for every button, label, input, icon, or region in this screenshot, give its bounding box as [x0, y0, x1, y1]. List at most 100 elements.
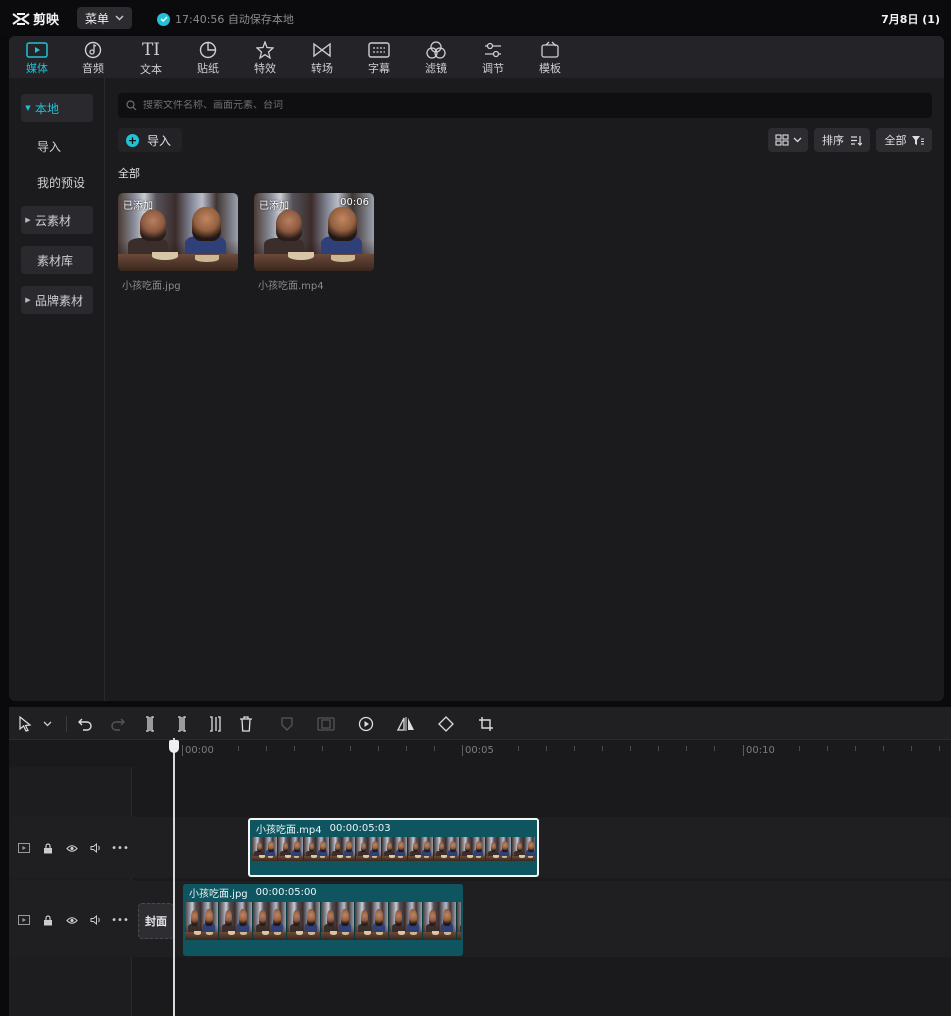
menu-button[interactable]: 菜单: [77, 7, 132, 29]
tab-subtitle[interactable]: 字幕: [357, 40, 401, 76]
plus-icon: +: [126, 133, 139, 147]
tab-template[interactable]: 模板: [528, 40, 572, 76]
eye-icon[interactable]: [65, 913, 79, 927]
sidebar-item-label: 导入: [37, 139, 62, 154]
tab-audio[interactable]: 音频: [71, 40, 115, 76]
sidebar-item-label: 云素材: [35, 213, 72, 228]
clip-frame: [185, 902, 219, 940]
ruler-tick: [238, 746, 239, 751]
playhead[interactable]: [173, 738, 175, 1016]
ruler-tick: [602, 746, 603, 751]
play-reverse-button[interactable]: [356, 714, 376, 734]
mirror-button[interactable]: [396, 714, 416, 734]
clip-name: 小孩吃面.mp4: [256, 824, 322, 836]
media-sidebar: ▼ 本地 导入 我的预设 ▶ 云素材 素材库 ▶ 品牌素材: [9, 78, 105, 701]
tab-filter[interactable]: 滤镜: [414, 40, 458, 76]
tab-adjust-label: 调节: [482, 62, 504, 75]
filter-button-label: 全部: [884, 134, 907, 147]
freeze-button[interactable]: [277, 714, 297, 734]
clip-frame: [321, 902, 355, 940]
sidebar-item-label: 本地: [35, 101, 60, 116]
filter-icon: [426, 40, 446, 59]
sidebar-item-cloud[interactable]: ▶ 云素材: [21, 206, 93, 234]
search-icon: [126, 100, 137, 111]
sort-button[interactable]: 排序: [814, 128, 870, 152]
ruler-tick: [855, 746, 856, 751]
sidebar-item-brand[interactable]: ▶ 品牌素材: [21, 286, 93, 314]
chevron-down-icon: [115, 15, 124, 21]
app-logo: 剪映: [12, 9, 59, 28]
search-input[interactable]: [143, 100, 923, 111]
delete-button[interactable]: [236, 714, 256, 734]
time-ruler[interactable]: 00:00 00:05 00:10: [9, 741, 951, 767]
text-icon: TI: [141, 40, 161, 60]
media-item[interactable]: 已添加 00:06 小孩吃面.mp4: [254, 193, 374, 293]
search-box: [118, 93, 932, 118]
ruler-tick: [546, 746, 547, 751]
more-icon[interactable]: •••: [111, 841, 129, 855]
select-tool-button[interactable]: [15, 714, 35, 734]
split-icon: [146, 716, 154, 732]
more-icon[interactable]: •••: [111, 913, 129, 927]
media-item[interactable]: 已添加 小孩吃面.jpg: [118, 193, 238, 293]
tab-text[interactable]: TI 文本: [129, 40, 173, 76]
redo-button[interactable]: [108, 714, 128, 734]
tab-transition[interactable]: 转场: [300, 40, 344, 76]
media-thumbnail: 已添加: [118, 193, 238, 271]
import-button-label: 导入: [147, 133, 172, 148]
split-left-button[interactable]: [172, 714, 192, 734]
clip-frame: [252, 837, 278, 861]
sidebar-item-library[interactable]: 素材库: [21, 246, 93, 274]
split-right-button[interactable]: [204, 714, 224, 734]
caret-right-icon: ▶: [25, 296, 31, 304]
tab-adjust[interactable]: 调节: [471, 40, 515, 76]
clip-frame: [219, 902, 253, 940]
video-clip[interactable]: 小孩吃面.mp4 00:00:05:03: [248, 818, 539, 877]
mask-button[interactable]: [316, 714, 336, 734]
filter-button[interactable]: 全部: [876, 128, 932, 152]
image-clip[interactable]: 小孩吃面.jpg 00:00:05:00: [183, 884, 463, 956]
volume-icon[interactable]: [89, 841, 103, 855]
media-item-name: 小孩吃面.jpg: [122, 281, 181, 292]
clip-frame: [304, 837, 330, 861]
lock-icon[interactable]: [41, 841, 55, 855]
sidebar-item-presets[interactable]: 我的预设: [21, 168, 93, 196]
undo-button[interactable]: [75, 714, 95, 734]
lock-icon[interactable]: [41, 913, 55, 927]
track-controls: •••: [17, 913, 129, 927]
view-mode-button[interactable]: [768, 128, 808, 152]
sidebar-item-label: 素材库: [37, 253, 74, 268]
import-button[interactable]: + 导入: [118, 128, 182, 152]
ruler-tick: [686, 746, 687, 751]
clip-frame: [486, 837, 512, 861]
section-heading: 全部: [118, 167, 140, 180]
tab-sticker[interactable]: 贴纸: [186, 40, 230, 76]
select-mode-dropdown[interactable]: [37, 714, 57, 734]
playhead-handle[interactable]: [169, 740, 179, 753]
tab-effects-label: 特效: [254, 62, 276, 75]
rotate-button[interactable]: [436, 714, 456, 734]
eye-icon[interactable]: [65, 841, 79, 855]
play-circle-icon: [358, 716, 374, 732]
tab-effects[interactable]: 特效: [243, 40, 287, 76]
ruler-tick: [350, 746, 351, 751]
track-video-icon: [17, 841, 31, 855]
split-button[interactable]: [140, 714, 160, 734]
sort-icon: [851, 135, 862, 146]
clip-thumbnail-strip: [185, 902, 461, 940]
rotate-icon: [438, 716, 454, 732]
media-panel: 媒体 音频 TI 文本 贴纸 特效 转场 字幕 滤镜 调节 模板 ▼ 本地 导入…: [9, 36, 944, 701]
clip-frame: [330, 837, 356, 861]
adjust-icon: [483, 40, 503, 59]
cover-button[interactable]: 封面: [138, 903, 174, 939]
sidebar-item-import[interactable]: 导入: [21, 132, 93, 160]
tab-media-label: 媒体: [26, 62, 48, 75]
crop-button[interactable]: [476, 714, 496, 734]
split-left-icon: [178, 716, 186, 732]
media-icon: [26, 40, 48, 59]
sidebar-item-local[interactable]: ▼ 本地: [21, 94, 93, 122]
volume-icon[interactable]: [89, 913, 103, 927]
tab-media[interactable]: 媒体: [15, 40, 59, 76]
sidebar-item-label: 我的预设: [37, 175, 86, 190]
mirror-icon: [397, 717, 414, 731]
